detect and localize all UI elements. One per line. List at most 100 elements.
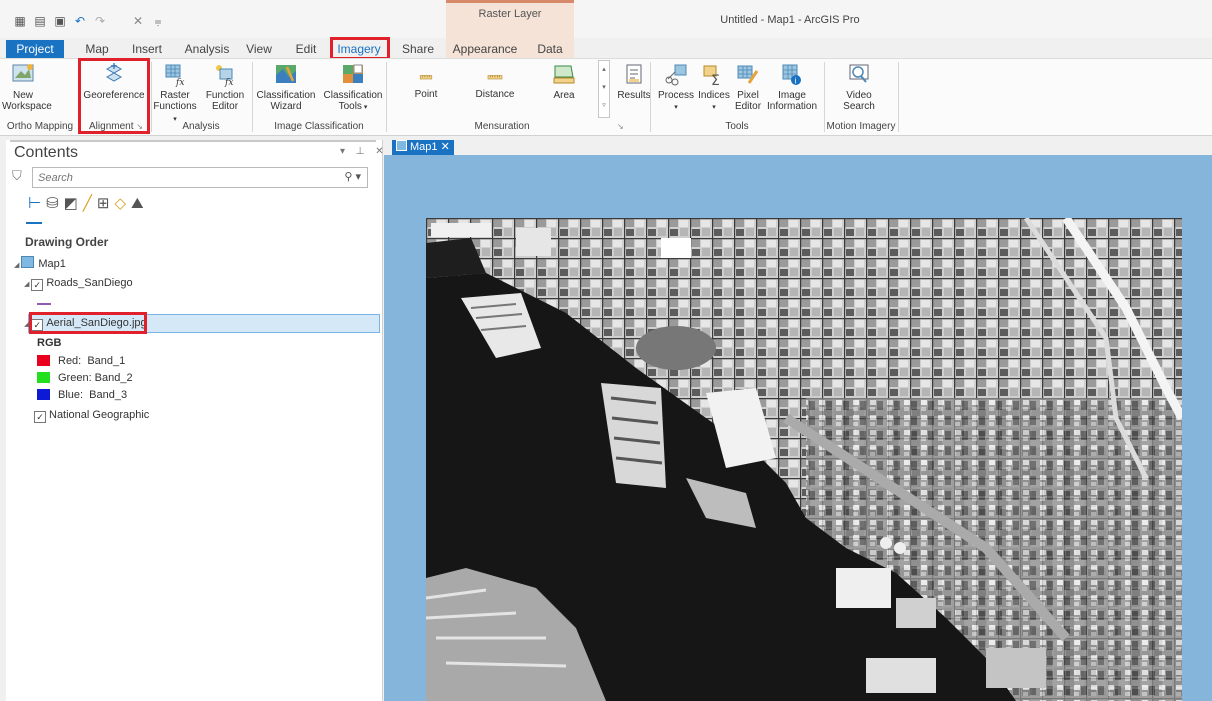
green-swatch: [37, 372, 50, 383]
image-information-button[interactable]: i Image Information: [764, 63, 820, 112]
search-input[interactable]: [33, 168, 320, 187]
group-mensuration: Mensuration: [474, 121, 530, 132]
ribbon-separator: [898, 62, 899, 132]
layer-basemap[interactable]: ✓ National Geographic: [34, 409, 149, 423]
layer-roads[interactable]: ◢ ✓ Roads_SanDiego: [24, 277, 133, 291]
open-project-icon[interactable]: ▤: [32, 14, 48, 28]
customize-icon[interactable]: ⩦: [150, 14, 166, 28]
function-editor-icon: fx: [216, 65, 233, 87]
contents-title: Contents: [14, 144, 79, 161]
close-icon[interactable]: ✕: [130, 14, 146, 28]
process-label: Process: [657, 90, 695, 101]
charts-icon[interactable]: ⛰: [131, 195, 149, 212]
classification-wizard-button[interactable]: Classification Wizard: [254, 63, 318, 112]
image-information-label: Image Information: [766, 90, 818, 112]
search-icon[interactable]: ⚲ ▾: [344, 170, 361, 183]
labeling-icon[interactable]: ◇: [114, 195, 131, 212]
tab-map[interactable]: Map: [82, 40, 112, 58]
editing-icon[interactable]: ╱: [83, 195, 97, 212]
function-editor-button[interactable]: fx Function Editor: [202, 63, 248, 112]
ruler-area-icon: [553, 65, 575, 84]
roads-layer-name: Roads_SanDiego: [46, 277, 133, 289]
pane-top-border: [10, 140, 376, 142]
undo-icon[interactable]: ↶: [72, 14, 88, 28]
close-tab-icon[interactable]: ✕: [441, 141, 450, 153]
tab-project[interactable]: Project: [6, 40, 64, 58]
map-tab-label: Map1: [410, 141, 438, 153]
red-band-label: Red: Band_1: [58, 355, 126, 367]
ribbon-separator: [650, 62, 651, 132]
save-project-icon[interactable]: ▣: [52, 14, 68, 28]
process-icon: [665, 64, 687, 86]
area-label: Area: [553, 90, 575, 101]
tab-insert[interactable]: Insert: [128, 40, 166, 58]
results-icon: [626, 64, 642, 84]
classification-wizard-label: Classification Wizard: [256, 90, 316, 112]
dialog-launcher-icon[interactable]: ↘: [617, 122, 624, 131]
svg-text:fx: fx: [224, 78, 233, 87]
new-workspace-button[interactable]: New Workspace: [2, 63, 52, 112]
tab-data[interactable]: Data: [535, 40, 565, 58]
tab-analysis[interactable]: Analysis: [182, 40, 232, 58]
pane-options-icon[interactable]: ▾ ⊥ ✕: [340, 146, 388, 157]
video-search-label: Video Search: [843, 90, 875, 112]
red-swatch: [37, 355, 50, 366]
basemap-visibility-checkbox[interactable]: ✓: [34, 411, 46, 423]
snapping-icon[interactable]: ⊞: [97, 195, 115, 212]
drawing-order-heading: Drawing Order: [25, 235, 109, 249]
tab-view[interactable]: View: [244, 40, 274, 58]
classification-wizard-icon: [276, 65, 296, 83]
indices-label: Indices: [698, 90, 730, 101]
tab-appearance[interactable]: Appearance: [452, 40, 518, 58]
map-tab-icon: [396, 140, 407, 151]
data-source-icon[interactable]: ⛁: [46, 195, 64, 212]
ribbon-separator: [386, 62, 387, 132]
classification-tools-button[interactable]: Classification Tools ▾: [320, 63, 386, 113]
ruler-point-icon: [419, 75, 433, 80]
group-analysis: Analysis: [182, 121, 220, 132]
redo-icon[interactable]: ↷: [92, 14, 108, 28]
distance-button[interactable]: Distance: [464, 72, 526, 100]
raster-functions-label: Raster Functions: [153, 90, 197, 112]
gallery-scroll[interactable]: ▴ ▾ ▿: [598, 60, 610, 118]
group-motion-imagery: Motion Imagery: [826, 121, 896, 132]
point-button[interactable]: Point: [400, 72, 452, 100]
map-node[interactable]: ◢ Map1: [14, 256, 66, 270]
drawing-order-icon[interactable]: ⊢: [28, 195, 46, 212]
pixel-editor-label: Pixel Editor: [734, 90, 762, 112]
filter-icon[interactable]: ⛉: [12, 168, 22, 184]
highlight-imagery-tab: [330, 37, 390, 60]
video-search-icon: [849, 64, 869, 83]
map-name: Map1: [38, 258, 66, 270]
new-project-icon[interactable]: ▦: [12, 14, 28, 28]
pixel-editor-icon: [737, 65, 759, 84]
tab-edit[interactable]: Edit: [292, 40, 320, 58]
window-title: Untitled - Map1 - ArcGIS Pro: [720, 14, 860, 26]
map-tab-strip: [383, 140, 1212, 154]
ortho-workspace-icon: [12, 64, 34, 82]
group-tools: Tools: [725, 121, 749, 132]
results-button[interactable]: Results: [614, 63, 654, 101]
map-view-tab[interactable]: Map1 ✕: [392, 140, 454, 155]
legend-green: Green: Band_2: [37, 372, 133, 384]
video-search-button[interactable]: Video Search: [834, 63, 884, 112]
pixel-editor-button[interactable]: Pixel Editor: [732, 63, 764, 112]
tab-share[interactable]: Share: [402, 40, 434, 58]
roads-visibility-checkbox[interactable]: ✓: [31, 279, 44, 291]
indices-button[interactable]: Σ Indices ▾: [696, 63, 732, 113]
raster-functions-button[interactable]: fx Raster Functions ▾: [152, 63, 198, 125]
search-box[interactable]: ⚲ ▾: [32, 167, 368, 188]
process-button[interactable]: Process ▾: [656, 63, 696, 113]
highlight-aerial-layer: [29, 312, 147, 334]
active-view-underline: [26, 222, 42, 224]
ruler-distance-icon: [487, 75, 503, 80]
image-information-icon: i: [782, 64, 801, 86]
area-button[interactable]: Area: [540, 63, 588, 101]
group-ortho-mapping: Ortho Mapping: [6, 121, 74, 132]
svg-text:fx: fx: [175, 78, 184, 87]
raster-functions-icon: fx: [165, 64, 184, 87]
function-editor-label: Function Editor: [205, 90, 245, 112]
selection-icon[interactable]: ◩: [64, 195, 83, 212]
view-toolbar: ⊢⛁◩╱⊞◇⛰: [28, 194, 149, 212]
green-band-label: Green: Band_2: [58, 372, 133, 384]
